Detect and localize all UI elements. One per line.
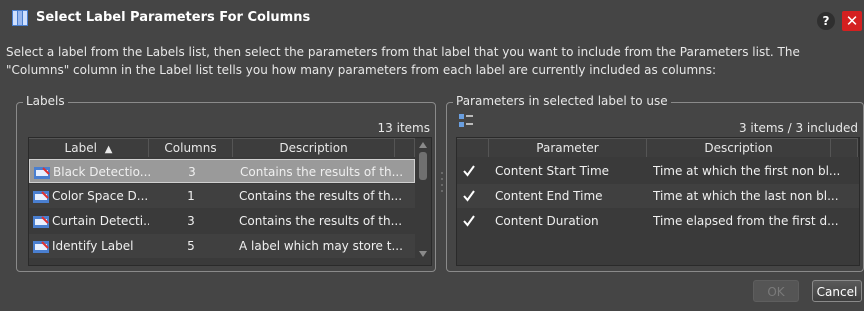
table-row[interactable]: Content Start Time Time at which the fir…: [457, 159, 859, 183]
label-name: Color Space D...: [52, 189, 149, 203]
parameter-cell: Content End Time: [495, 189, 603, 203]
description-cell: Time at which the first non bl...: [653, 164, 841, 178]
description-cell: Time at which the last non bl...: [653, 189, 839, 203]
scroll-up-icon[interactable]: [419, 142, 427, 148]
checkmark-icon[interactable]: [462, 214, 476, 228]
labels-grid-header: Label ▲ Columns Description: [29, 138, 415, 157]
label-name: Black Detectio...: [53, 165, 150, 179]
instructions-text: Select a label from the Labels list, the…: [6, 45, 800, 77]
label-icon: [33, 240, 49, 253]
panel-splitter-handle[interactable]: [440, 170, 444, 194]
checkmark-icon[interactable]: [462, 189, 476, 203]
description-cell: A label which may store t...: [239, 239, 403, 253]
parameters-group-title: Parameters in selected label to use: [453, 94, 671, 108]
close-button[interactable]: ✕: [842, 11, 862, 31]
labels-count: 13 items: [377, 121, 430, 135]
ok-button[interactable]: OK: [753, 280, 799, 302]
column-header-filler: [831, 138, 858, 157]
column-header-filler: [395, 138, 415, 157]
parameters-grid: Parameter Description Content Start Time…: [456, 137, 860, 266]
sort-ascending-icon: ▲: [104, 144, 113, 155]
label-cell: Black Detectio...: [34, 160, 150, 184]
column-header-description[interactable]: Description: [233, 138, 395, 157]
description-cell: Contains the results of th...: [239, 214, 403, 228]
parameters-count: 3 items / 3 included: [738, 121, 858, 135]
column-header-parameter[interactable]: Parameter: [489, 138, 647, 157]
labels-grid: Label ▲ Columns Description Black Detect…: [28, 137, 432, 266]
column-header-label[interactable]: Label ▲: [29, 138, 149, 157]
label-icon: [33, 215, 49, 228]
title-bar: Select Label Parameters For Columns ? ✕: [0, 0, 864, 34]
dialog-columns-icon: [12, 10, 28, 26]
table-row[interactable]: Content End Time Time at which the last …: [457, 184, 859, 208]
dialog: Select Label Parameters For Columns ? ✕ …: [0, 0, 864, 311]
label-cell: Curtain Detecti...: [33, 209, 149, 233]
column-select-icon[interactable]: [458, 113, 474, 129]
description-cell: Time elapsed from the first d...: [653, 214, 839, 228]
checkmark-icon[interactable]: [462, 164, 476, 178]
column-header-param-description[interactable]: Description: [647, 138, 831, 157]
table-row[interactable]: Content Duration Time elapsed from the f…: [457, 209, 859, 233]
label-icon: [34, 166, 50, 179]
column-header-label-text: Label: [64, 141, 97, 155]
label-icon: [33, 190, 49, 203]
description-cell: Contains the results of th...: [240, 165, 404, 179]
column-header-columns[interactable]: Columns: [149, 138, 233, 157]
cancel-button[interactable]: Cancel: [812, 280, 862, 302]
scroll-thumb[interactable]: [419, 152, 427, 180]
label-name: Curtain Detecti...: [52, 214, 149, 228]
label-cell: Identify Label: [33, 234, 149, 258]
parameter-cell: Content Duration: [495, 214, 599, 228]
labels-scrollbar[interactable]: [416, 138, 430, 264]
columns-cell: 1: [187, 189, 195, 203]
column-header-checkbox: [457, 138, 489, 157]
columns-cell: 3: [188, 165, 196, 179]
parameters-grid-header: Parameter Description: [457, 138, 859, 157]
dialog-title: Select Label Parameters For Columns: [36, 10, 311, 25]
label-name: Identify Label: [52, 239, 134, 253]
labels-group-title: Labels: [23, 94, 68, 108]
help-button[interactable]: ?: [817, 12, 835, 30]
table-row[interactable]: Color Space D... 1 Contains the results …: [29, 184, 415, 208]
columns-cell: 3: [187, 214, 195, 228]
label-cell: Color Space D...: [33, 184, 149, 208]
description-cell: Contains the results of th...: [239, 189, 403, 203]
columns-cell: 5: [187, 239, 195, 253]
table-row[interactable]: Identify Label 5 A label which may store…: [29, 234, 415, 258]
scroll-down-icon[interactable]: [419, 251, 427, 257]
parameter-cell: Content Start Time: [495, 164, 610, 178]
table-row[interactable]: Curtain Detecti... 3 Contains the result…: [29, 209, 415, 233]
table-row[interactable]: Black Detectio... 3 Contains the results…: [29, 159, 415, 183]
